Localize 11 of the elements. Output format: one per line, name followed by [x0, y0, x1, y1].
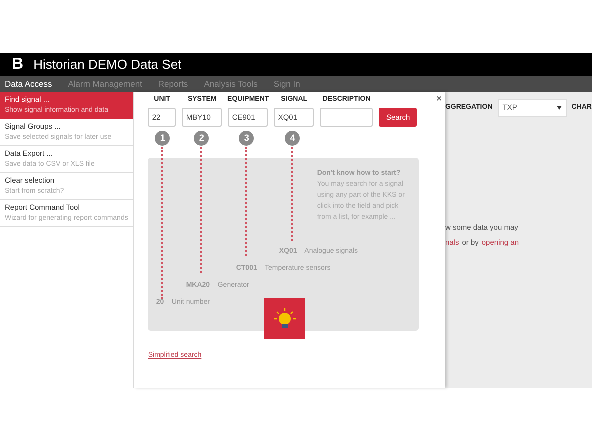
nav-tab[interactable]: Data Access: [5, 80, 52, 88]
step-number: 4: [285, 131, 300, 146]
lightbulb-icon: [264, 298, 306, 339]
app-title: Historian DEMO Data Set: [34, 56, 182, 74]
caret-icon: [556, 106, 562, 110]
step-number: 2: [194, 131, 210, 146]
step-number: 1: [155, 131, 170, 146]
step-number: 3: [239, 131, 254, 146]
input-field[interactable]: [320, 108, 374, 127]
logo: B: [12, 56, 24, 72]
close-button[interactable]: ×: [436, 95, 442, 105]
